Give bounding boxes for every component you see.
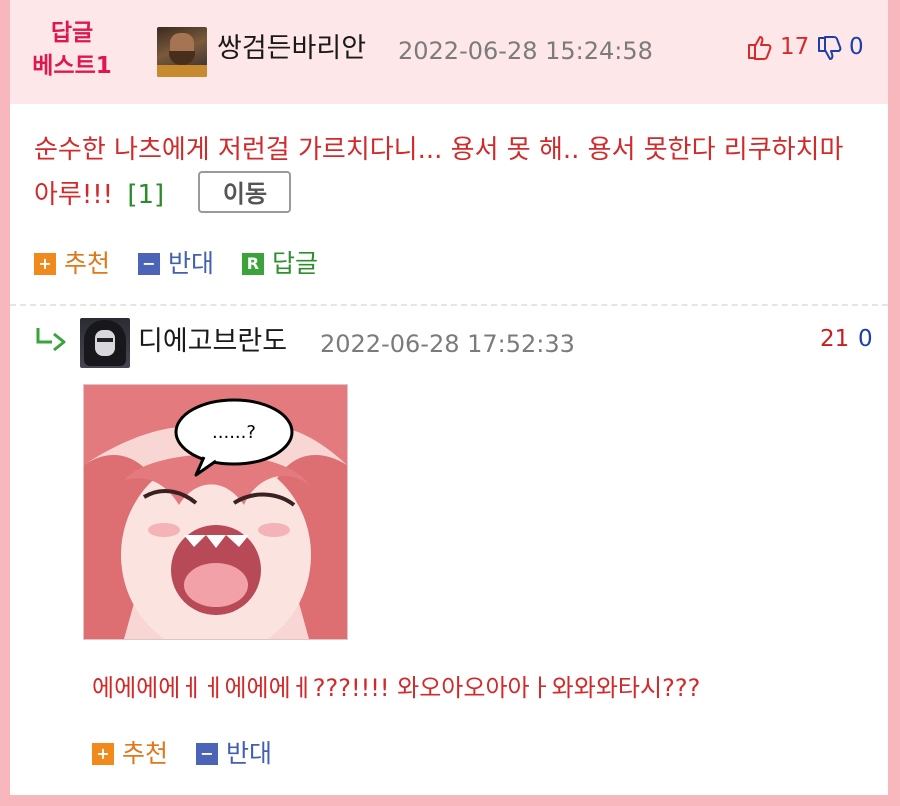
- recommend-label: 추천: [122, 739, 169, 768]
- minus-square-icon: −: [137, 253, 160, 275]
- comment-divider: [10, 304, 888, 306]
- comment-text: 에에에에ㅔㅔ에에에ㅔ???!!!! 와오아오아아ㅏ와와와타시???: [92, 674, 701, 702]
- oppose-label: 반대: [225, 739, 272, 768]
- best-reply-badge: 답글 베스트1: [28, 17, 116, 83]
- downvote-count[interactable]: 0: [858, 325, 873, 353]
- comment-actions: + 추천 − 반대: [92, 736, 292, 769]
- speech-bubble-text: ......?: [212, 422, 256, 443]
- thumbs-up-icon[interactable]: [746, 33, 774, 61]
- oppose-button[interactable]: − 반대: [137, 249, 214, 279]
- author-name[interactable]: 쌍검든바리안: [217, 32, 366, 66]
- recommend-label: 추천: [64, 249, 111, 278]
- author-name[interactable]: 디에고브란도: [138, 325, 287, 359]
- r-square-icon: R: [241, 253, 264, 275]
- recommend-button[interactable]: + 추천: [92, 739, 168, 769]
- badge-line-2: 베스트1: [32, 53, 112, 79]
- avatar[interactable]: [80, 318, 130, 368]
- oppose-button[interactable]: − 반대: [195, 739, 272, 769]
- thumbs-down-icon[interactable]: [816, 35, 844, 63]
- avatar[interactable]: [157, 27, 207, 77]
- oppose-label: 반대: [167, 249, 214, 278]
- reply-label: 답글: [271, 249, 318, 278]
- upvote-count: 17: [780, 34, 810, 60]
- comment-actions: + 추천 − 반대 R 답글: [34, 246, 338, 279]
- move-button[interactable]: 이동: [198, 170, 292, 213]
- plus-square-icon: +: [34, 253, 56, 275]
- comment-body: 순수한 나츠에게 저런걸 가르치다니... 용서 못 해.. 용서 못한다 리쿠…: [34, 128, 874, 218]
- comment-timestamp: 2022-06-28 17:52:33: [320, 330, 575, 358]
- comment-timestamp: 2022-06-28 15:24:58: [398, 37, 653, 65]
- reply-arrow-icon: [36, 328, 66, 352]
- upvote-count[interactable]: 21: [820, 325, 849, 353]
- comment-thread: 답글 베스트1 쌍검든바리안 2022-06-28 15:24:58 17 0 …: [10, 0, 888, 795]
- anime-reaction-image[interactable]: ......?: [83, 384, 348, 640]
- badge-line-1: 답글: [50, 20, 94, 46]
- recommend-button[interactable]: + 추천: [34, 249, 110, 279]
- downvote-count: 0: [849, 34, 864, 60]
- reference-link[interactable]: [1]: [127, 180, 164, 210]
- plus-square-icon: +: [92, 743, 114, 765]
- best-reply-header: 답글 베스트1 쌍검든바리안 2022-06-28 15:24:58 17 0: [10, 0, 888, 104]
- reply-button[interactable]: R 답글: [241, 249, 318, 279]
- minus-square-icon: −: [195, 743, 218, 765]
